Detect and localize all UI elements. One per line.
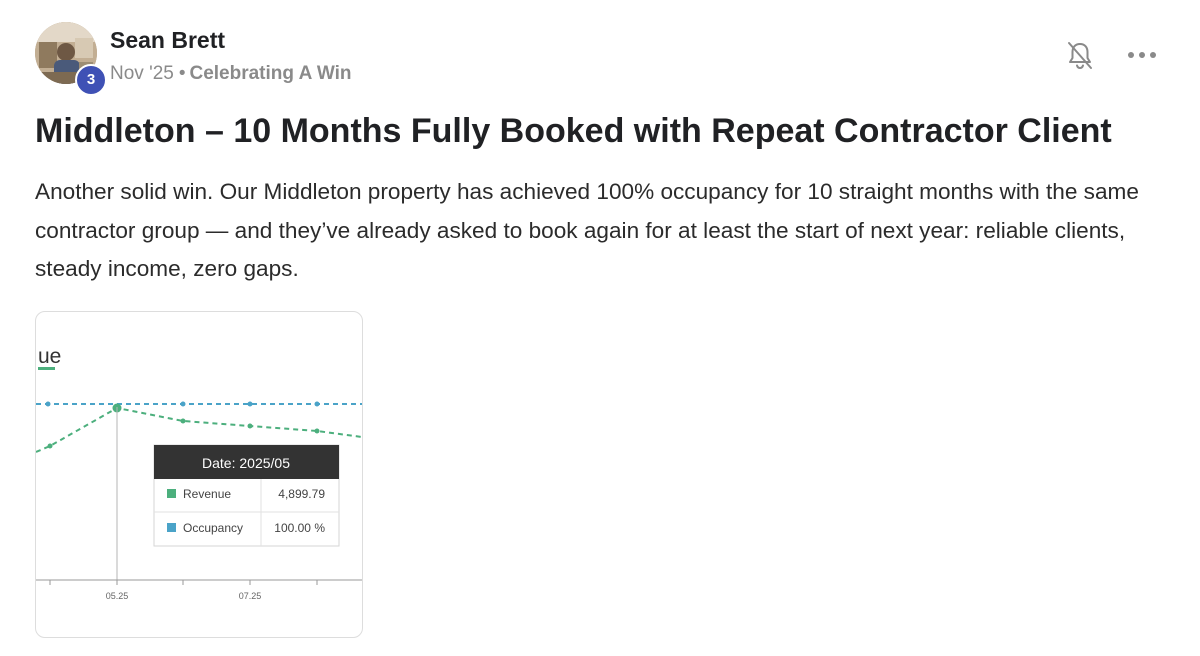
post-title[interactable]: Middleton – 10 Months Fully Booked with … [35, 112, 1175, 151]
revenue-point [247, 423, 253, 429]
x-tick-label-07-25: 07.25 [239, 591, 262, 601]
tooltip-revenue-label: Revenue [183, 487, 231, 501]
chart-title: ue [38, 345, 61, 368]
revenue-chart: ue Date: 2025/05 Revenue 4,899.79 Occupa… [36, 345, 362, 601]
more-horizontal-icon [1128, 52, 1156, 58]
tooltip-occupancy-value: 100.00 % [274, 521, 325, 535]
notifications-toggle-button[interactable] [1062, 38, 1098, 74]
meta-separator: • [178, 63, 186, 84]
x-tick-label-05-25: 05.25 [106, 591, 129, 601]
occupancy-legend-swatch [167, 523, 176, 532]
post-body: Another solid win. Our Middleton propert… [35, 179, 1139, 281]
tooltip-revenue-value: 4,899.79 [278, 487, 325, 501]
post-meta: Nov '25 • Celebrating A Win [110, 63, 352, 85]
occupancy-point [180, 401, 186, 407]
level-badge: 3 [75, 64, 107, 96]
attached-image[interactable]: ue Date: 2025/05 Revenue 4,899.79 Occupa… [35, 311, 363, 638]
revenue-legend-swatch [167, 489, 176, 498]
occupancy-point [45, 401, 51, 407]
post-category[interactable]: Celebrating A Win [189, 63, 351, 84]
x-axis-ticks [49, 580, 318, 585]
tooltip-header: Date: 2025/05 [202, 455, 290, 471]
chart-title-underline [38, 367, 55, 370]
revenue-point [180, 418, 186, 424]
bell-off-icon [1068, 42, 1092, 70]
post-date: Nov '25 [110, 63, 174, 84]
revenue-point [47, 443, 53, 449]
author-name[interactable]: Sean Brett [110, 27, 225, 54]
chart-tooltip: Date: 2025/05 Revenue 4,899.79 Occupancy… [153, 444, 340, 547]
occupancy-point [314, 401, 320, 407]
tooltip-occupancy-label: Occupancy [183, 521, 243, 535]
occupancy-point [247, 401, 253, 407]
author-avatar-wrap[interactable]: 3 [35, 22, 107, 96]
more-options-button[interactable] [1122, 40, 1162, 70]
revenue-point [314, 428, 320, 434]
occupancy-series [36, 401, 362, 407]
